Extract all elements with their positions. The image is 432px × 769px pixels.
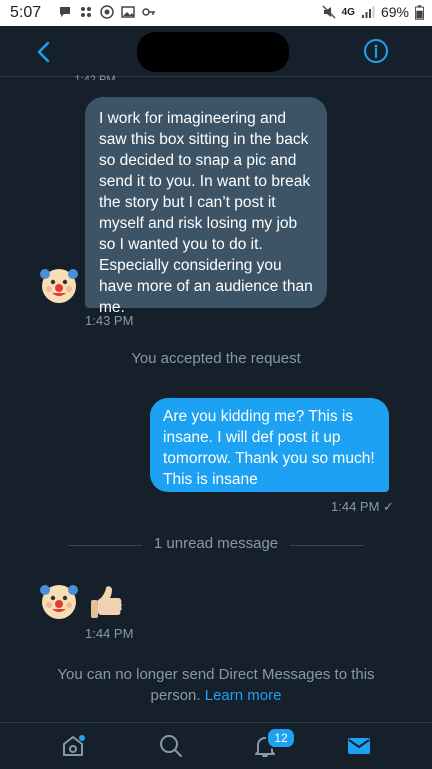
battery-percent: 69% — [380, 4, 409, 20]
status-bar: 5:07 4G 69% — [0, 0, 432, 26]
key-icon — [142, 8, 155, 16]
signal-icon — [361, 6, 375, 18]
image-icon — [121, 6, 135, 18]
dm-disabled-notice: You can no longer send Direct Messages t… — [40, 664, 392, 706]
battery-icon — [415, 4, 424, 20]
mute-icon — [322, 5, 336, 19]
message-timestamp: 1:43 PM — [85, 313, 134, 328]
notifications-badge: 12 — [266, 727, 296, 749]
home-icon[interactable] — [60, 733, 86, 759]
redacted-username — [137, 32, 289, 72]
incoming-message-bubble[interactable]: I work for imagineering and saw this box… — [85, 97, 327, 316]
partial-timestamp: 1:42 PM — [74, 74, 116, 80]
dots-icon — [81, 7, 91, 17]
outgoing-message-bubble[interactable]: Are you kidding me? This is insane. I wi… — [150, 398, 389, 492]
conversation-header — [0, 26, 432, 77]
learn-more-link[interactable]: Learn more — [205, 687, 282, 704]
thumbs-up-icon[interactable] — [88, 584, 124, 622]
chat-bubble-icon — [60, 7, 70, 17]
clown-face-avatar[interactable] — [40, 582, 78, 620]
message-timestamp: 1:44 PM ✓ — [331, 499, 394, 514]
envelope-icon[interactable] — [346, 733, 372, 759]
bottom-tab-bar — [0, 722, 432, 769]
info-circle-icon[interactable] — [363, 38, 389, 64]
status-time: 5:07 — [10, 4, 42, 21]
network-type: 4G — [341, 6, 355, 18]
message-timestamp: 1:44 PM — [85, 626, 134, 641]
status-right-icons: 4G 69% — [322, 4, 424, 20]
target-icon — [100, 5, 114, 19]
unread-divider-label: 1 unread message — [153, 535, 279, 552]
clown-face-avatar[interactable] — [40, 266, 78, 304]
system-message-accepted: You accepted the request — [131, 350, 301, 367]
status-left-icons — [58, 5, 156, 19]
chevron-left-icon[interactable] — [34, 40, 54, 64]
search-icon[interactable] — [158, 733, 184, 759]
